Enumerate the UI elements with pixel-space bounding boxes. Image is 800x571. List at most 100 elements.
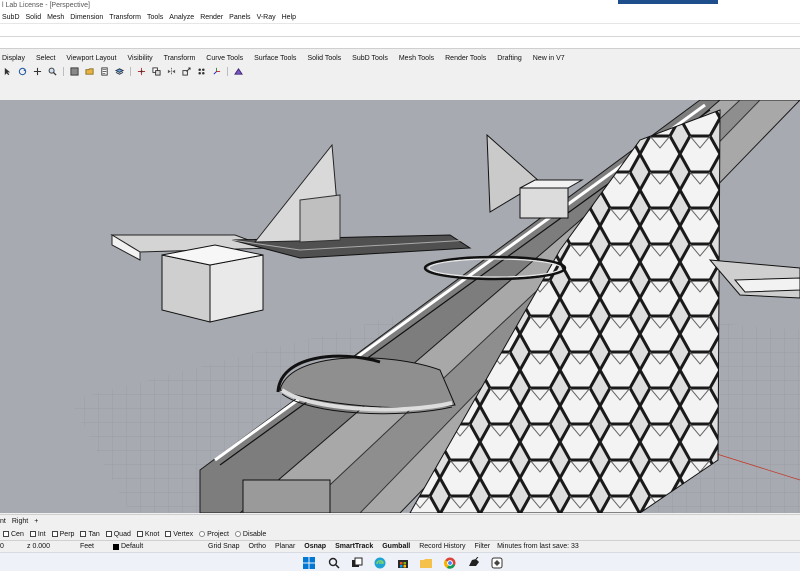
tab-surface-tools[interactable]: Surface Tools: [254, 55, 296, 62]
status-bar: 0 z 0.000 Feet Default Grid Snap Ortho P…: [0, 540, 800, 552]
checkbox-icon: [80, 531, 87, 537]
osnap-bar: Cen Int Perp Tan Quad Knot Vertex Projec…: [0, 528, 800, 540]
toolbar-separator: [130, 67, 131, 76]
checkbox-icon: [51, 531, 58, 537]
command-line-divider: [0, 36, 800, 37]
menu-tools[interactable]: Tools: [147, 14, 163, 21]
copy-icon[interactable]: [152, 67, 161, 76]
toolbar-separator: [227, 67, 228, 76]
toolbar-icons: [0, 65, 800, 78]
osnap-perp[interactable]: Perp: [51, 531, 74, 538]
planar-toggle[interactable]: Planar: [273, 543, 297, 550]
gumball-icon[interactable]: [212, 67, 221, 76]
move-icon[interactable]: [137, 67, 146, 76]
rotate-view-icon[interactable]: [18, 67, 27, 76]
osnap-project[interactable]: Project: [199, 531, 229, 538]
layers-icon[interactable]: [115, 67, 124, 76]
tab-render-tools[interactable]: Render Tools: [445, 55, 486, 62]
viewport-scene: [70, 100, 800, 513]
menu-solid[interactable]: Solid: [26, 14, 42, 21]
tab-transform[interactable]: Transform: [164, 55, 196, 62]
app-icon[interactable]: [491, 557, 503, 569]
file-explorer-icon[interactable]: [420, 557, 432, 569]
layer-color-swatch: [113, 543, 119, 550]
right-platform-2: [733, 277, 800, 293]
menu-analyze[interactable]: Analyze: [169, 14, 194, 21]
select-icon[interactable]: [3, 67, 12, 76]
tab-curve-tools[interactable]: Curve Tools: [206, 55, 243, 62]
osnap-knot[interactable]: Knot: [136, 531, 159, 538]
window-title: l Lab License - [Perspective]: [2, 2, 90, 9]
menu-panels[interactable]: Panels: [229, 14, 250, 21]
gumball-toggle[interactable]: Gumball: [380, 543, 412, 550]
scale-icon[interactable]: [182, 67, 191, 76]
coord-readout: 0: [0, 543, 4, 550]
tab-drafting[interactable]: Drafting: [497, 55, 522, 62]
menu-transform[interactable]: Transform: [109, 14, 141, 21]
record-history-toggle[interactable]: Record History: [417, 543, 467, 550]
chrome-icon[interactable]: [444, 557, 456, 569]
menu-render[interactable]: Render: [200, 14, 223, 21]
menu-help[interactable]: Help: [282, 14, 296, 21]
box-block-front: [161, 254, 211, 323]
smarttrack-toggle[interactable]: SmartTrack: [333, 543, 375, 550]
osnap-int[interactable]: Int: [29, 531, 46, 538]
viewport-tab-right[interactable]: Right: [12, 518, 28, 525]
tab-viewport-layout[interactable]: Viewport Layout: [66, 55, 116, 62]
open-icon[interactable]: [85, 67, 94, 76]
osnap-cen[interactable]: Cen: [3, 531, 24, 538]
toolbar-separator: [63, 67, 64, 76]
store-icon[interactable]: [397, 557, 409, 569]
search-icon[interactable]: [328, 557, 340, 569]
z-readout: z 0.000: [27, 543, 50, 550]
windows-taskbar: [0, 552, 800, 571]
viewport-tab-front[interactable]: nt: [0, 518, 6, 525]
task-view-icon[interactable]: [351, 557, 363, 569]
render-icon[interactable]: [234, 67, 243, 76]
osnap-vertex[interactable]: Vertex: [165, 531, 193, 538]
osnap-quad[interactable]: Quad: [105, 531, 131, 538]
grid-snap-toggle[interactable]: Grid Snap: [206, 543, 242, 550]
osnap-disable[interactable]: Disable: [234, 531, 266, 538]
viewport-tabs: nt Right +: [0, 514, 800, 527]
menu-subd[interactable]: SubD: [2, 14, 20, 21]
tab-mesh-tools[interactable]: Mesh Tools: [399, 55, 434, 62]
ortho-toggle[interactable]: Ortho: [247, 543, 269, 550]
array-icon[interactable]: [197, 67, 206, 76]
windows-start-icon[interactable]: [303, 557, 315, 569]
properties-icon[interactable]: [100, 67, 109, 76]
perspective-viewport[interactable]: [0, 100, 800, 513]
menu-dimension[interactable]: Dimension: [70, 14, 103, 21]
upper-box-front: [519, 187, 569, 219]
checkbox-icon: [3, 531, 9, 537]
tab-subd-tools[interactable]: SubD Tools: [352, 55, 388, 62]
osnap-toggle[interactable]: Osnap: [302, 543, 328, 550]
title-accent-bar: [618, 0, 718, 4]
shade-icon[interactable]: [70, 67, 79, 76]
checkbox-icon: [136, 531, 143, 537]
checkbox-icon: [165, 531, 172, 537]
edge-icon[interactable]: [374, 557, 386, 569]
save-info: Minutes from last save: 33: [497, 543, 579, 550]
tab-solid-tools[interactable]: Solid Tools: [307, 55, 341, 62]
radio-icon: [199, 531, 206, 537]
lower-left-block: [242, 479, 331, 513]
tab-visibility[interactable]: Visibility: [128, 55, 153, 62]
filter-toggle[interactable]: Filter: [473, 543, 493, 550]
menu-mesh[interactable]: Mesh: [47, 14, 64, 21]
box-block-side: [209, 254, 264, 323]
mirror-icon[interactable]: [167, 67, 176, 76]
units-readout[interactable]: Feet: [80, 543, 108, 550]
toolbar-tabs: Display Select Viewport Layout Visibilit…: [0, 51, 800, 65]
tab-new-in-v7[interactable]: New in V7: [533, 55, 565, 62]
pan-icon[interactable]: [33, 67, 42, 76]
menu-vray[interactable]: V-Ray: [257, 14, 276, 21]
add-viewport-icon[interactable]: +: [34, 518, 38, 525]
left-fin-shade: [299, 194, 341, 243]
layer-indicator[interactable]: Default: [113, 543, 201, 550]
tab-display[interactable]: Display: [2, 55, 25, 62]
zoom-icon[interactable]: [48, 67, 57, 76]
rhino-icon[interactable]: [468, 557, 480, 569]
osnap-tan[interactable]: Tan: [80, 531, 100, 538]
tab-select[interactable]: Select: [36, 55, 55, 62]
